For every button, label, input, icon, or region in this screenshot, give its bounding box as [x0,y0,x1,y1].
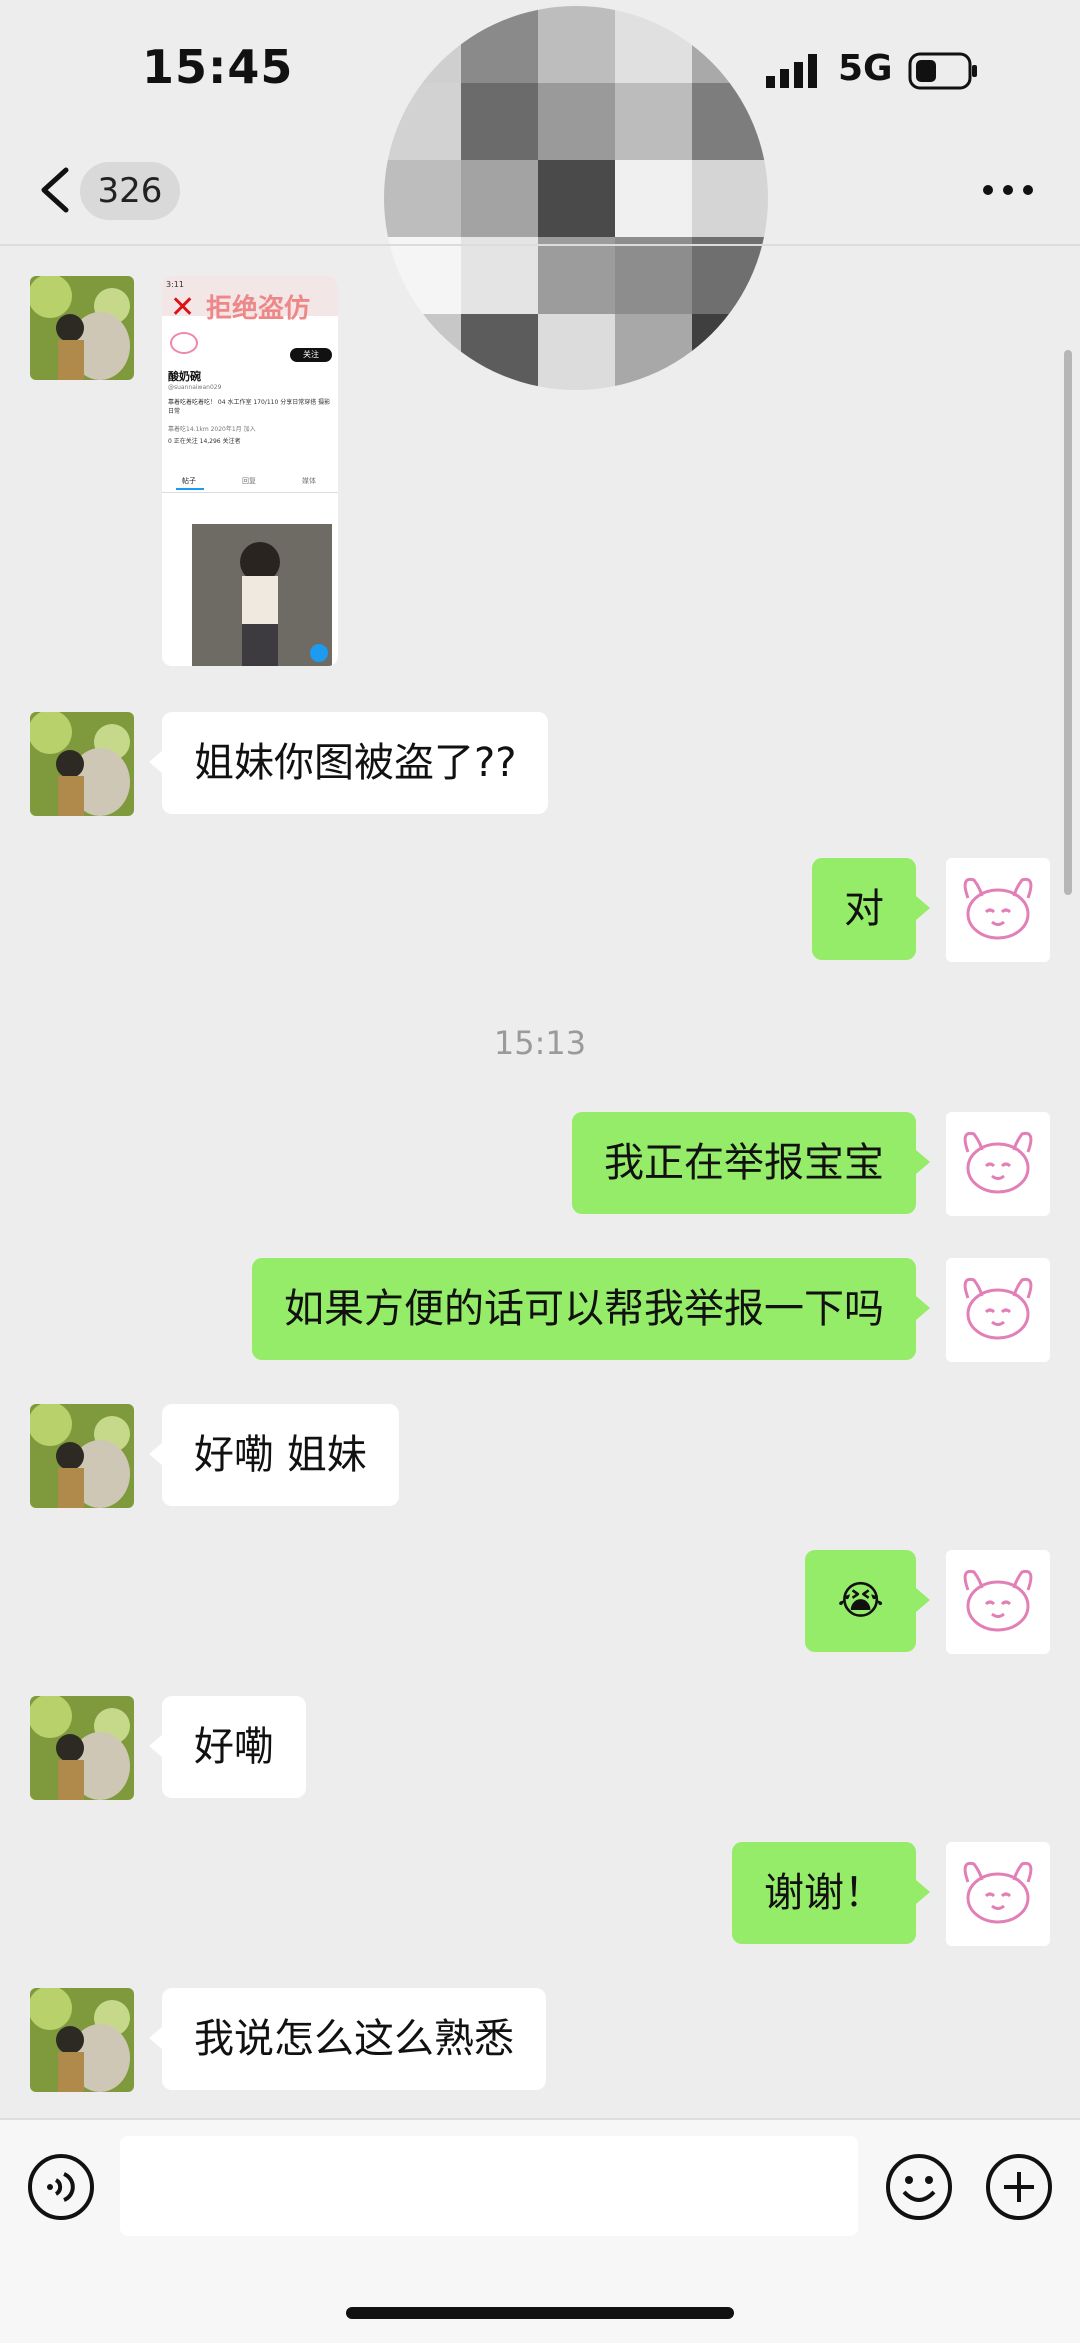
bubble-tail [149,750,163,774]
bubble-tail [916,1296,930,1320]
self-avatar[interactable] [946,1842,1050,1946]
profile-handle: @suannaiwan029 [168,384,222,391]
message-bubble-sent[interactable]: 对 [812,858,916,960]
avatar[interactable] [30,1696,134,1800]
profile-tab-replies: 回复 [242,477,256,485]
back-icon[interactable] [38,166,72,214]
plus-icon[interactable] [984,2152,1054,2222]
message-bubble-sent[interactable]: 如果方便的话可以帮我举报一下吗 [252,1258,916,1360]
profile-stats: 0 正在关注 14,296 关注者 [168,438,241,445]
emoji-icon[interactable] [884,2152,954,2222]
status-time: 15:45 [142,40,294,94]
friend-avatar-image [30,276,134,380]
profile-bio: 靠着吃着吃着吃！ 04 水工作室 170/110 分享日常穿搭 摄影 日常 [168,399,331,415]
self-avatar[interactable] [946,1258,1050,1362]
follow-button: 关注 [290,348,332,362]
profile-icon [170,332,198,354]
profile-name: 酸奶碗 [168,370,201,383]
bubble-tail [149,1442,163,1466]
bubble-tail [916,896,930,920]
profile-tab-posts: 帖子 [182,477,196,485]
bunny-avatar-icon [946,858,1050,962]
contact-avatar-mosaic [384,6,768,390]
bubble-tail [149,1734,163,1758]
avatar[interactable] [30,1988,134,2092]
bubble-tail [916,1588,930,1612]
signal-icon [766,54,817,88]
message-timestamp: 15:13 [493,1024,587,1062]
photo-thumbnail [192,524,332,666]
bubble-tail [916,1880,930,1904]
header-divider [0,244,1080,246]
bunny-avatar-icon [946,1550,1050,1654]
self-avatar[interactable] [946,1112,1050,1216]
friend-avatar-image [30,712,134,816]
message-bubble-received[interactable]: 姐妹你图被盗了?? [162,712,549,814]
friend-avatar-image [30,1696,134,1800]
more-icon[interactable] [982,176,1034,204]
network-type: 5G [838,48,893,89]
banner-text: 拒绝盗仿 [206,294,311,324]
bubble-tail [916,1150,930,1174]
bubble-tail [149,2026,163,2050]
message-bubble-sent[interactable]: 😭 [805,1550,916,1652]
home-indicator [346,2307,734,2319]
unread-count-badge[interactable]: 326 [80,162,180,220]
avatar[interactable] [30,276,134,380]
friend-avatar-image [30,1988,134,2092]
message-bubble-sent[interactable]: 我正在举报宝宝 [572,1112,916,1214]
voice-icon[interactable] [26,2152,96,2222]
self-avatar[interactable] [946,1550,1050,1654]
self-avatar[interactable] [946,858,1050,962]
battery-icon [908,52,977,90]
shared-screenshot[interactable]: 3:11 ✕ 拒绝盗仿 关注 酸奶碗 @suannaiwan029 靠着吃着吃着… [162,276,338,666]
message-bubble-received[interactable]: 好嘞 姐妹 [162,1404,399,1506]
message-bubble-received[interactable]: 好嘞 [162,1696,306,1798]
avatar[interactable] [30,712,134,816]
profile-meta: 靠着吃14.1km 2020年1月 加入 [168,426,256,433]
avatar[interactable] [30,1404,134,1508]
message-bubble-received[interactable]: 我说怎么这么熟悉 [162,1988,546,2090]
message-input[interactable] [120,2136,858,2236]
bunny-avatar-icon [946,1112,1050,1216]
profile-tab-media: 媒体 [302,477,316,485]
friend-avatar-image [30,1404,134,1508]
bunny-avatar-icon [946,1842,1050,1946]
bunny-avatar-icon [946,1258,1050,1362]
message-bubble-sent[interactable]: 谢谢！ [732,1842,916,1944]
scrollbar[interactable] [1064,350,1072,895]
red-x-icon: ✕ [170,290,196,325]
